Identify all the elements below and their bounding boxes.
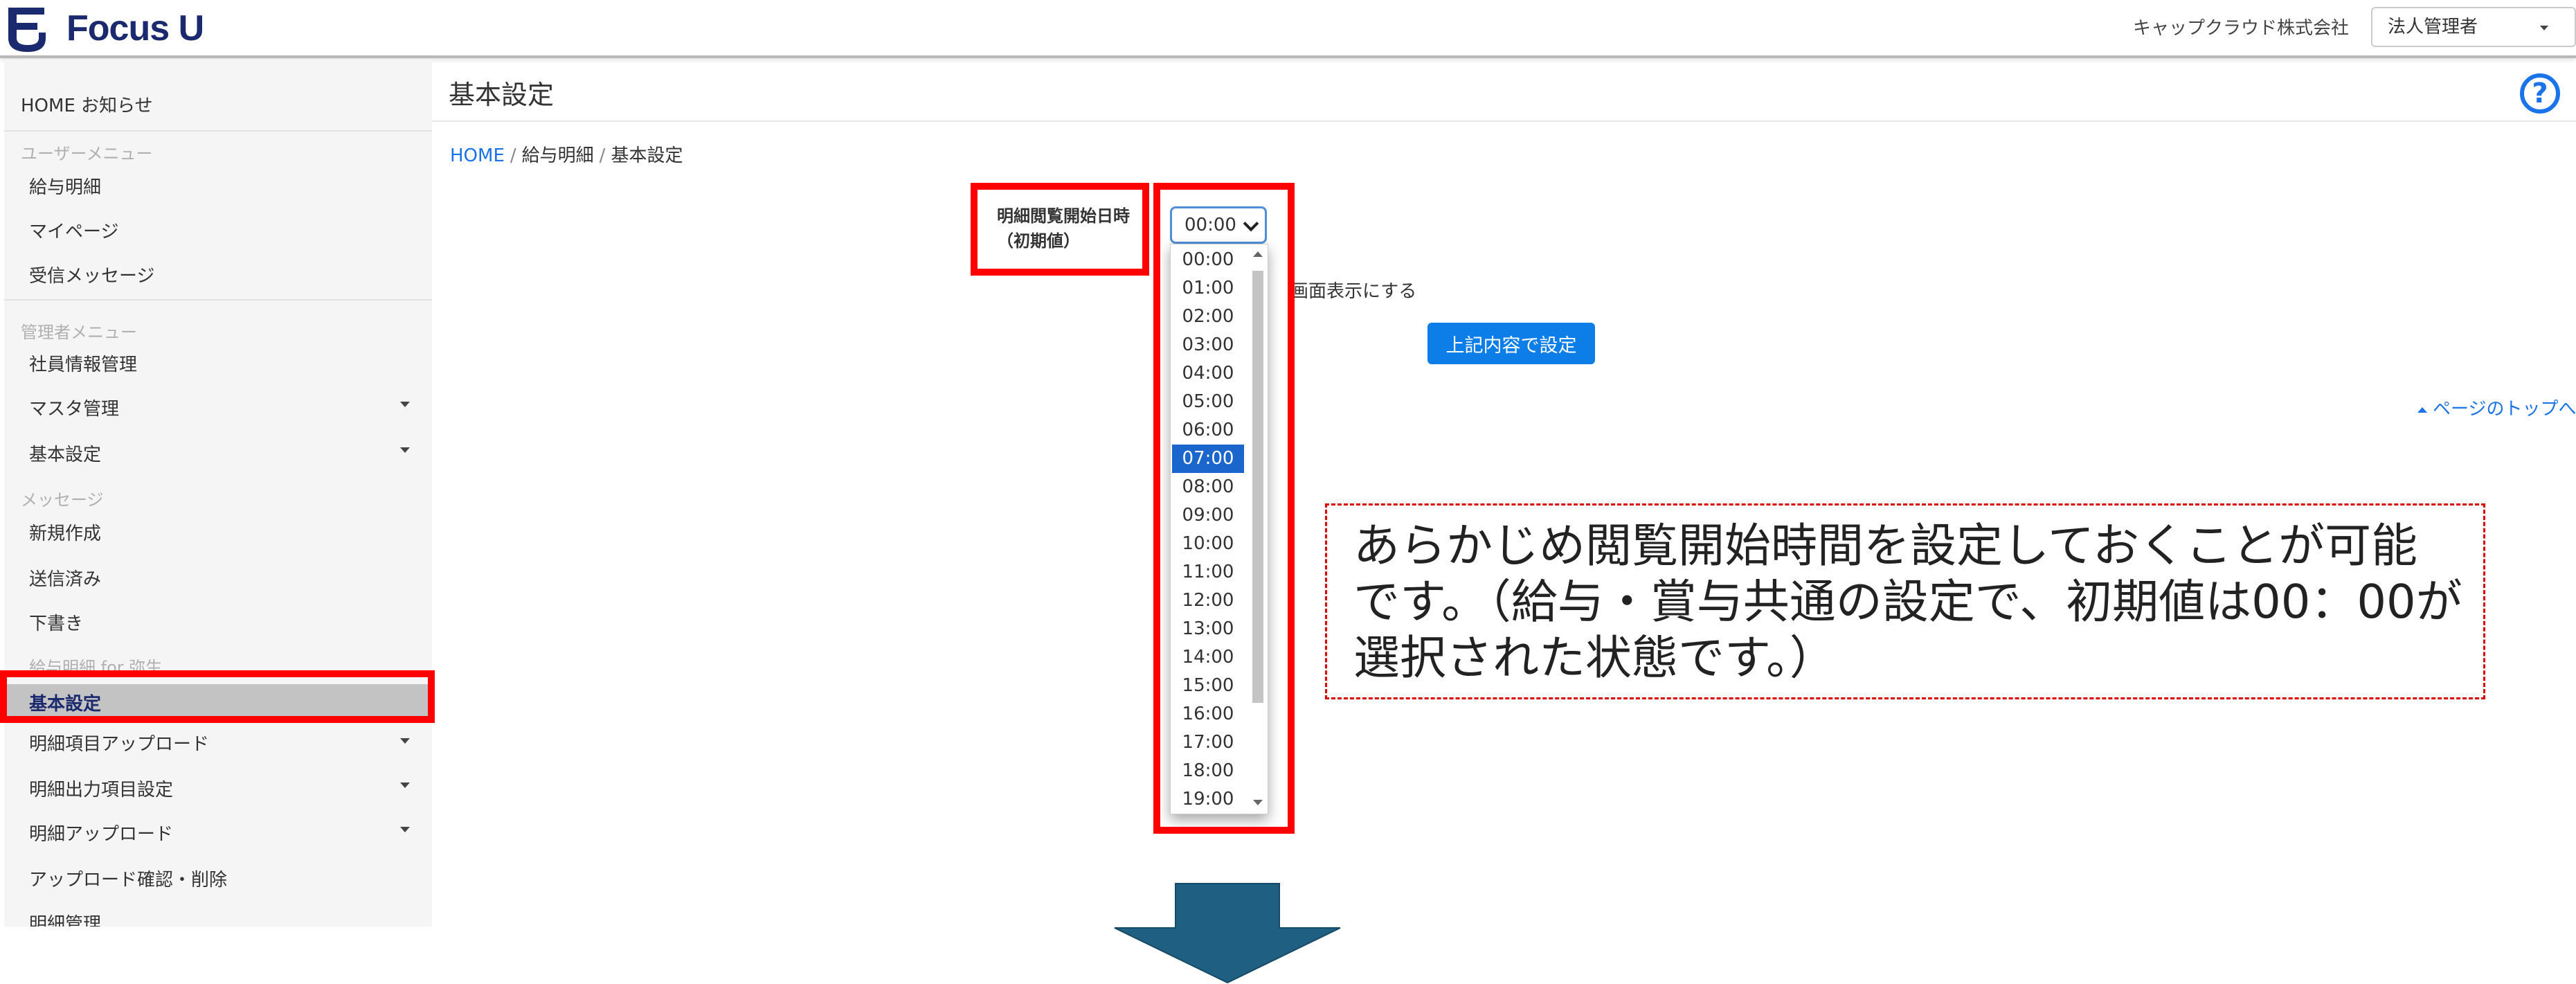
- sidebar-item-upload-check[interactable]: アップロード確認・削除: [29, 866, 227, 891]
- focus-u-logo-icon: [8, 8, 46, 52]
- page-title: 基本設定: [449, 80, 555, 110]
- role-select-value: 法人管理者: [2388, 17, 2478, 37]
- message-heading: メッセージ: [21, 490, 104, 510]
- sidebar-item-new-message[interactable]: 新規作成: [29, 519, 101, 545]
- user-menu-heading: ユーザーメニュー: [21, 144, 153, 163]
- sidebar: HOME お知らせ ユーザーメニュー 給与明細 マイページ 受信メッセージ 管理…: [4, 60, 432, 927]
- admin-menu-heading: 管理者メニュー: [21, 323, 137, 342]
- logo-text: Focus U: [66, 8, 204, 48]
- role-select[interactable]: 法人管理者: [2371, 7, 2576, 47]
- breadcrumb-separator: /: [599, 145, 606, 166]
- chevron-down-icon[interactable]: [400, 447, 410, 453]
- sidebar-item-employees[interactable]: 社員情報管理: [29, 350, 137, 376]
- sidebar-item-basic-settings-admin[interactable]: 基本設定: [29, 440, 101, 466]
- page-top-link[interactable]: ページのトップへ: [2417, 395, 2576, 420]
- chevron-down-icon[interactable]: [400, 738, 410, 744]
- sidebar-item-home[interactable]: HOME お知らせ: [21, 91, 153, 117]
- sidebar-item-payslip-manage[interactable]: 明細管理: [29, 910, 101, 927]
- caret-up-icon: [2417, 406, 2427, 413]
- sidebar-item-item-upload[interactable]: 明細項目アップロード: [29, 730, 209, 755]
- sidebar-item-inbox[interactable]: 受信メッセージ: [29, 262, 154, 287]
- logo[interactable]: Focus U: [4, 4, 204, 53]
- breadcrumb-home[interactable]: HOME: [450, 145, 505, 166]
- checkbox-label[interactable]: 画面表示にする: [1290, 277, 1416, 303]
- annotation-note: あらかじめ閲覧開始時間を設定しておくことが可能です。（給与・賞与共通の設定で、初…: [1325, 503, 2485, 699]
- chevron-down-icon[interactable]: [400, 827, 410, 832]
- highlight-frame-dropdown: [1153, 183, 1295, 834]
- breadcrumb-current: 基本設定: [611, 145, 683, 166]
- chevron-down-icon[interactable]: [400, 402, 410, 407]
- submit-button[interactable]: 上記内容で設定: [1427, 323, 1595, 364]
- down-arrow-icon: [1114, 883, 1341, 984]
- highlight-frame-label: [971, 183, 1149, 276]
- sidebar-item-payslip-upload[interactable]: 明細アップロード: [29, 820, 173, 846]
- top-header: Focus U キャップクラウド株式会社 法人管理者: [0, 0, 2576, 58]
- highlight-frame-sidebar: [0, 670, 435, 723]
- page-top-label: ページのトップへ: [2433, 399, 2576, 420]
- sidebar-divider: [4, 130, 432, 132]
- sidebar-item-sent[interactable]: 送信済み: [29, 565, 101, 591]
- title-divider: [432, 120, 2576, 122]
- help-icon[interactable]: ?: [2520, 73, 2560, 114]
- caret-down-icon: [2540, 26, 2548, 30]
- sidebar-item-mypage[interactable]: マイページ: [29, 217, 118, 243]
- company-name: キャップクラウド株式会社: [2132, 18, 2349, 39]
- sidebar-item-drafts[interactable]: 下書き: [29, 609, 83, 635]
- breadcrumb-payslip[interactable]: 給与明細: [522, 145, 594, 166]
- breadcrumb: HOME / 給与明細 / 基本設定: [450, 141, 683, 167]
- chevron-down-icon[interactable]: [400, 782, 410, 788]
- sidebar-divider: [4, 299, 432, 301]
- sidebar-item-master[interactable]: マスタ管理: [29, 395, 119, 420]
- sidebar-item-payslip[interactable]: 給与明細: [29, 173, 101, 199]
- breadcrumb-separator: /: [510, 145, 516, 166]
- sidebar-item-output-settings[interactable]: 明細出力項目設定: [29, 776, 173, 801]
